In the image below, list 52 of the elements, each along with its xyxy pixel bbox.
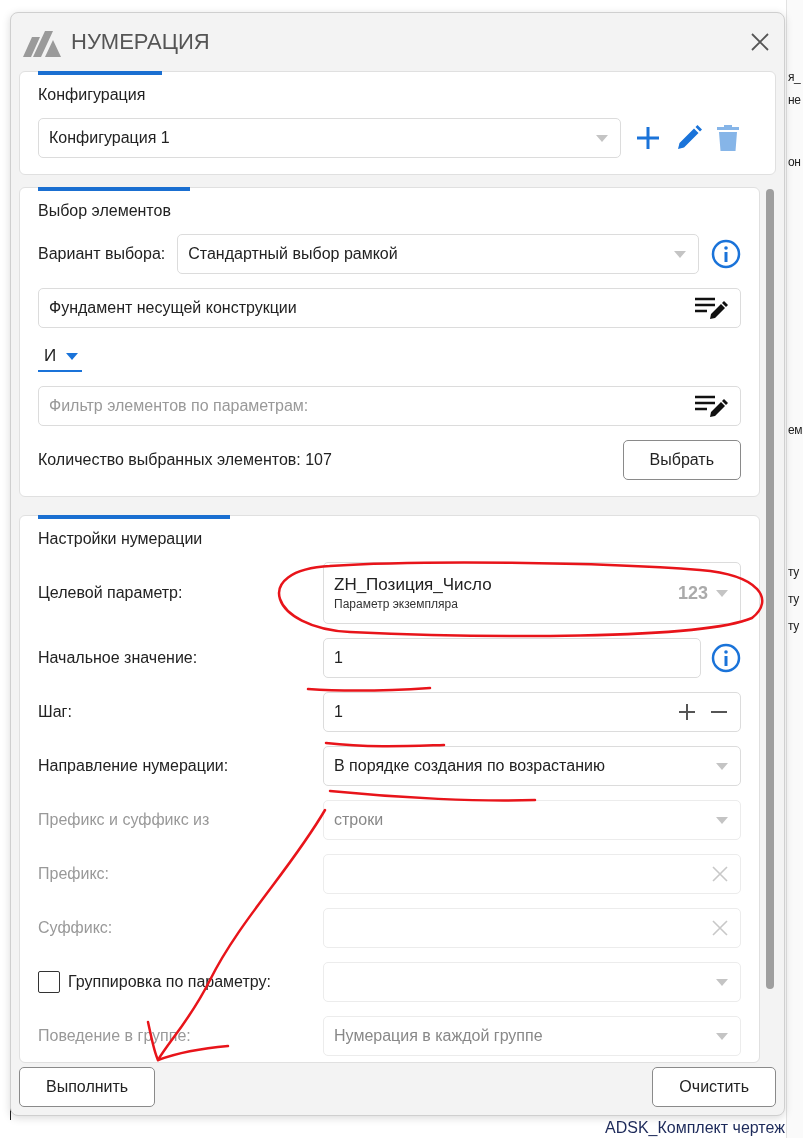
window-title: НУМЕРАЦИЯ <box>71 29 211 55</box>
input-field[interactable] <box>323 854 741 894</box>
step-field[interactable]: 1 <box>323 692 741 732</box>
background-text: ту <box>788 619 799 633</box>
caret-down-icon <box>716 978 728 986</box>
background-text: не <box>788 93 801 107</box>
section-title: Настройки нумерации <box>38 530 204 548</box>
input-field[interactable] <box>323 908 741 948</box>
parameter-dropdown[interactable]: ZH_Позиция_Число Параметр экземпляра 123 <box>323 562 741 624</box>
checkbox[interactable] <box>38 971 60 993</box>
start-value-field[interactable]: 1 <box>323 638 701 678</box>
scrollbar-thumb[interactable] <box>766 189 774 989</box>
field-label: Префикс и суффикс из <box>38 811 211 829</box>
field-label: Начальное значение: <box>38 649 199 667</box>
logic-dropdown[interactable]: И <box>38 342 83 372</box>
run-button[interactable]: Выполнить <box>19 1067 156 1107</box>
caret-down-icon <box>674 250 686 258</box>
filter-field[interactable]: Фундамент несущей конструкции <box>38 288 741 328</box>
caret-down-icon <box>66 352 79 360</box>
selection-variant-dropdown[interactable]: Стандартный выбор рамкой <box>177 234 699 274</box>
background-text: ту <box>788 565 799 579</box>
caret-down-icon <box>716 762 728 770</box>
field-label: Шаг: <box>38 703 73 721</box>
edit-list-icon[interactable] <box>694 394 728 418</box>
dropdown[interactable]: В порядке создания по возрастанию <box>323 746 741 786</box>
select-button[interactable]: Выбрать <box>622 440 741 480</box>
increment-icon[interactable] <box>678 703 696 721</box>
background-text: ем <box>788 423 802 437</box>
pencil-icon[interactable] <box>675 124 703 152</box>
field-label: Направление нумерации: <box>38 757 230 775</box>
selected-count: Количество выбранных элементов: 107 <box>38 451 333 469</box>
section-title: Выбор элементов <box>38 202 172 220</box>
background-text: он <box>788 155 801 169</box>
info-icon[interactable] <box>711 239 741 269</box>
caret-down-icon <box>716 1032 728 1040</box>
info-icon[interactable] <box>711 643 741 673</box>
background-text: ту <box>788 592 799 606</box>
caret-down-icon <box>596 134 608 142</box>
configuration-dropdown[interactable]: Конфигурация 1 <box>38 118 621 158</box>
background-text: ADSK_Комплект чертеж <box>605 1119 785 1137</box>
edit-list-icon[interactable] <box>694 296 728 320</box>
close-icon[interactable] <box>750 32 770 52</box>
field-label: Префикс: <box>38 865 111 883</box>
background-text: я_ <box>788 70 801 84</box>
field-label: Суффикс: <box>38 919 114 937</box>
field-label: Вариант выбора: <box>38 245 166 263</box>
add-icon[interactable] <box>635 125 661 151</box>
caret-down-icon <box>716 589 728 597</box>
caret-down-icon <box>716 816 728 824</box>
clear-button[interactable]: Очистить <box>652 1067 776 1107</box>
field-label: Целевой параметр: <box>38 584 184 602</box>
section-title: Конфигурация <box>38 86 147 104</box>
